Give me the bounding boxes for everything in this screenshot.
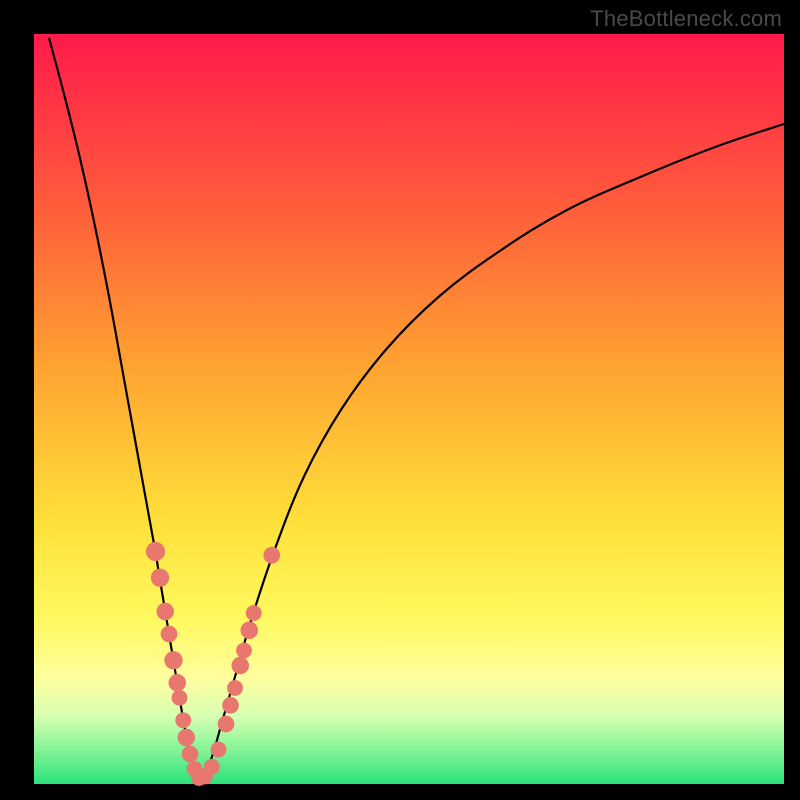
marker-dot [157,603,175,621]
marker-dot [169,674,187,692]
marker-dot [172,690,188,706]
marker-dot [178,729,196,747]
marker-dot [146,542,165,561]
marker-dot [246,605,262,621]
marker-dot [161,626,178,643]
marker-dot [218,716,235,733]
chart-overlay [34,34,784,784]
marker-dot [241,622,259,640]
marker-dot [232,657,250,675]
marker-dot [151,569,169,587]
watermark-text: TheBottleneck.com [590,6,782,32]
marker-dot [222,697,239,714]
marker-dots [146,542,280,786]
marker-dot [204,759,220,775]
marker-dot [164,651,182,669]
marker-dot [263,547,280,564]
marker-dot [236,643,252,659]
marker-dot [175,712,191,728]
marker-dot [211,742,227,758]
curve-right-branch [199,124,784,780]
marker-dot [182,746,199,763]
outer-frame: TheBottleneck.com [0,0,800,800]
marker-dot [227,680,243,696]
